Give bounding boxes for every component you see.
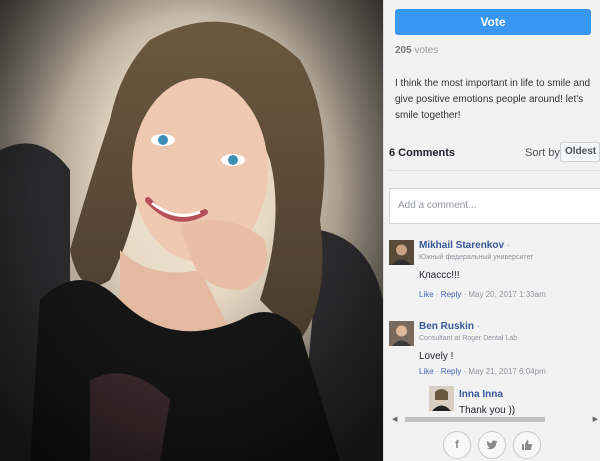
facebook-icon: f <box>455 439 459 451</box>
like-link[interactable]: Like <box>419 367 434 376</box>
twitter-icon <box>486 440 498 450</box>
commenter-affiliation: Южный федеральный университет <box>419 254 534 261</box>
scrollbar-thumb[interactable] <box>405 417 545 422</box>
comment-date[interactable]: May 20, 2017 1:33am <box>468 290 545 299</box>
comment-text: Lovely ! <box>419 351 454 362</box>
comment-actions: Like · Reply · May 21, 2017 6:04pm <box>419 367 546 376</box>
avatar[interactable] <box>429 386 454 411</box>
sort-dropdown[interactable]: Oldest <box>560 142 600 162</box>
comments-count: 6 Comments <box>389 147 456 159</box>
avatar[interactable] <box>389 240 414 265</box>
commenter-name[interactable]: Ben Ruskin · <box>419 321 480 332</box>
votes-suffix: votes <box>414 45 439 56</box>
comment-actions: Like · Reply · May 20, 2017 1:33am <box>419 290 546 299</box>
scroll-left-icon[interactable]: ◀ <box>392 415 397 424</box>
portrait-photo <box>0 0 383 461</box>
reply-link[interactable]: Reply <box>441 367 461 376</box>
divider <box>389 170 600 171</box>
comment-date[interactable]: May 21, 2017 6:04pm <box>468 367 545 376</box>
thumbs-up-icon <box>522 440 532 450</box>
commenter-name[interactable]: Inna Inna <box>459 389 503 400</box>
vote-panel: Vote 205 votes I think the most importan… <box>383 0 600 461</box>
scroll-right-icon[interactable]: ▶ <box>593 415 598 424</box>
comment-text: Классс!!! <box>419 270 460 281</box>
photo-description: I think the most important in life to sm… <box>395 78 591 121</box>
horizontal-scrollbar[interactable]: ◀ ▶ <box>389 415 600 424</box>
comment-input[interactable]: Add a comment... <box>389 188 600 224</box>
commenter-name[interactable]: Mikhail Starenkov · <box>419 240 510 251</box>
votes-count: 205 <box>395 45 412 56</box>
avatar[interactable] <box>389 321 414 346</box>
portrait-illustration <box>0 0 383 461</box>
commenter-name-text[interactable]: Ben Ruskin <box>419 321 474 332</box>
twitter-share-button[interactable] <box>478 431 506 459</box>
like-link[interactable]: Like <box>419 290 434 299</box>
like-share-button[interactable] <box>513 431 541 459</box>
votes-counter: 205 votes <box>395 45 438 56</box>
sort-label: Sort by <box>525 147 560 159</box>
vote-button[interactable]: Vote <box>395 9 591 35</box>
commenter-affiliation: Consultant at Roger Dental Lab <box>419 335 518 342</box>
facebook-share-button[interactable]: f <box>443 431 471 459</box>
reply-link[interactable]: Reply <box>441 290 461 299</box>
commenter-name-text[interactable]: Mikhail Starenkov <box>419 240 504 251</box>
